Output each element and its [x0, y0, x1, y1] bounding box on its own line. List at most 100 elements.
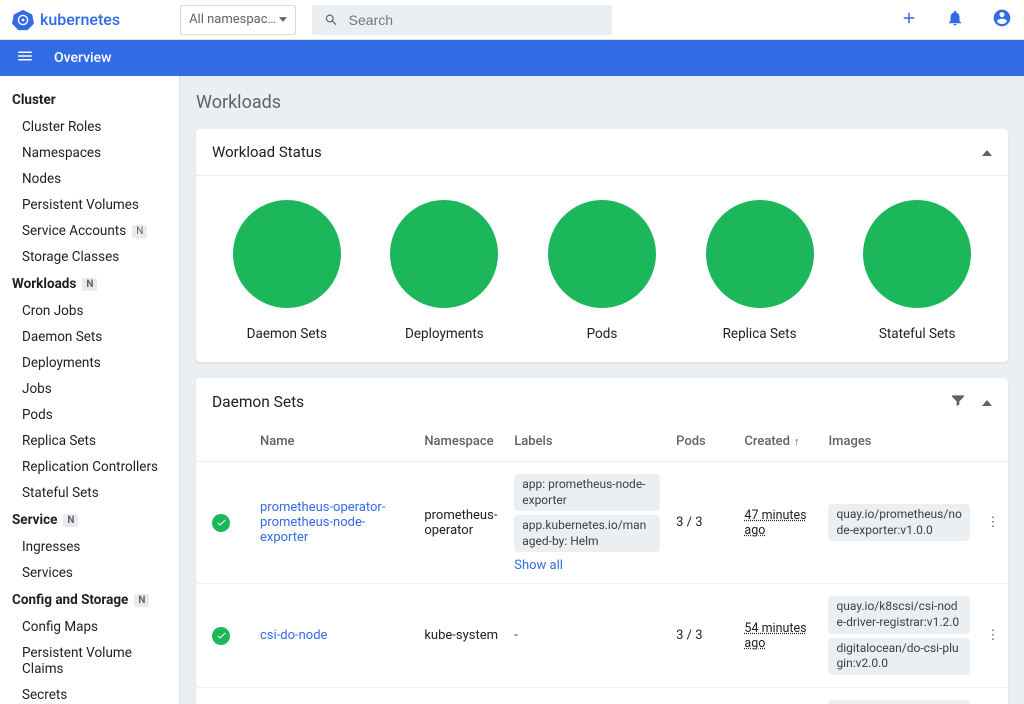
badge-n: N	[132, 225, 147, 238]
chart-label: Deployments	[405, 326, 484, 342]
sidebar-item-storage-classes[interactable]: Storage Classes	[0, 244, 179, 270]
row-menu-icon[interactable]: ⋮	[978, 584, 1008, 687]
namespace-selector-label: All namespac…	[189, 12, 276, 27]
sidebar-item-secrets[interactable]: Secrets	[0, 682, 179, 704]
label-chip: app.kubernetes.io/managed-by: Helm	[514, 515, 660, 552]
collapse-icon[interactable]	[982, 144, 992, 160]
status-ok-icon	[212, 627, 230, 645]
sidebar-item-persistent-volume-claims[interactable]: Persistent Volume Claims	[0, 640, 179, 682]
search-icon	[324, 12, 339, 28]
plus-icon[interactable]	[900, 9, 918, 31]
kubernetes-logo-icon	[12, 9, 34, 31]
col-namespace[interactable]: Namespace	[416, 426, 506, 462]
daemon-title: Daemon Sets	[212, 393, 304, 411]
sidebar-item-replication-controllers[interactable]: Replication Controllers	[0, 454, 179, 480]
resource-link[interactable]: prometheus-operator-prometheus-node-expo…	[260, 500, 408, 545]
daemon-header: Daemon Sets	[196, 378, 1008, 426]
caret-down-icon	[279, 17, 287, 22]
sidebar-group-workloads[interactable]: WorkloadsN	[0, 270, 179, 298]
image-chip: quay.io/prometheus/node-exporter:v1.0.0	[828, 504, 970, 541]
badge-n: N	[63, 514, 78, 527]
chart-pods[interactable]: Pods	[548, 200, 656, 342]
hamburger-icon[interactable]	[16, 47, 34, 69]
sidebar-item-stateful-sets[interactable]: Stateful Sets	[0, 480, 179, 506]
logo[interactable]: kubernetes	[12, 9, 120, 31]
sidebar-group-service[interactable]: ServiceN	[0, 506, 179, 534]
labels-empty: -	[514, 628, 518, 643]
status-charts: Daemon Sets Deployments Pods Replica Sets St…	[196, 176, 1008, 362]
sidebar-item-deployments[interactable]: Deployments	[0, 350, 179, 376]
account-icon[interactable]	[992, 8, 1012, 32]
chart-label: Daemon Sets	[247, 326, 327, 342]
created-cell: 47 minutes ago	[744, 508, 806, 538]
show-all-link[interactable]: Show all	[514, 558, 563, 573]
chart-stateful-sets[interactable]: Stateful Sets	[863, 200, 971, 342]
col-labels[interactable]: Labels	[506, 426, 668, 462]
image-chip: docker.io/digitalocean/do-agent:3	[828, 700, 970, 704]
sidebar-item-cron-jobs[interactable]: Cron Jobs	[0, 298, 179, 324]
chart-daemon-sets[interactable]: Daemon Sets	[233, 200, 341, 342]
collapse-icon[interactable]	[982, 394, 992, 410]
badge-n: N	[82, 278, 97, 291]
namespace-cell: prometheus-operator	[416, 462, 506, 584]
namespace-selector[interactable]: All namespac…	[180, 5, 296, 35]
sidebar-item-replica-sets[interactable]: Replica Sets	[0, 428, 179, 454]
chart-deployments[interactable]: Deployments	[390, 200, 498, 342]
sidebar-item-cluster-roles[interactable]: Cluster Roles	[0, 114, 179, 140]
col-pods[interactable]: Pods	[668, 426, 736, 462]
status-circle-icon	[390, 200, 498, 308]
status-ok-icon	[212, 514, 230, 532]
sidebar-group-config-and-storage[interactable]: Config and StorageN	[0, 586, 179, 614]
chart-label: Replica Sets	[723, 326, 797, 342]
page-title: Workloads	[196, 92, 1008, 113]
table-row: prometheus-operator-prometheus-node-expo…	[196, 462, 1008, 584]
sidebar-item-pods[interactable]: Pods	[0, 402, 179, 428]
pods-cell: 3 / 3	[668, 462, 736, 584]
sidebar-item-nodes[interactable]: Nodes	[0, 166, 179, 192]
top-actions	[900, 8, 1012, 32]
sidebar-item-ingresses[interactable]: Ingresses	[0, 534, 179, 560]
bell-icon[interactable]	[946, 9, 964, 31]
status-circle-icon	[863, 200, 971, 308]
status-circle-icon	[233, 200, 341, 308]
chart-replica-sets[interactable]: Replica Sets	[706, 200, 814, 342]
table-row: csi-do-nodekube-system-3 / 354 minutes a…	[196, 584, 1008, 687]
table-actions	[950, 392, 992, 412]
chart-label: Stateful Sets	[879, 326, 956, 342]
card-title: Workload Status	[212, 143, 322, 161]
col-images[interactable]: Images	[820, 426, 978, 462]
daemon-table: NameNamespaceLabelsPodsCreated↑Images pr…	[196, 426, 1008, 704]
sidebar: ClusterCluster RolesNamespacesNodesPersi…	[0, 76, 180, 704]
pods-cell: 3 / 3	[668, 584, 736, 687]
sidebar-item-namespaces[interactable]: Namespaces	[0, 140, 179, 166]
sidebar-item-persistent-volumes[interactable]: Persistent Volumes	[0, 192, 179, 218]
sidebar-item-services[interactable]: Services	[0, 560, 179, 586]
sidebar-item-jobs[interactable]: Jobs	[0, 376, 179, 402]
search-box[interactable]	[312, 5, 612, 35]
badge-n: N	[134, 594, 149, 607]
namespace-cell: kube-system	[416, 584, 506, 687]
label-chip: app: prometheus-node-exporter	[514, 474, 660, 511]
topbar: kubernetes All namespac…	[0, 0, 1024, 40]
brand-text: kubernetes	[40, 10, 120, 29]
card-header: Workload Status	[196, 129, 1008, 176]
sidebar-group-cluster[interactable]: Cluster	[0, 86, 179, 114]
sidebar-item-daemon-sets[interactable]: Daemon Sets	[0, 324, 179, 350]
bluebar: Overview	[0, 40, 1024, 76]
status-circle-icon	[548, 200, 656, 308]
resource-link[interactable]: csi-do-node	[260, 628, 408, 643]
sidebar-item-config-maps[interactable]: Config Maps	[0, 614, 179, 640]
namespace-cell: kube-system	[416, 687, 506, 704]
filter-icon[interactable]	[950, 392, 966, 412]
section-title: Overview	[54, 50, 111, 66]
sidebar-item-service-accounts[interactable]: Service AccountsN	[0, 218, 179, 244]
col-created[interactable]: Created↑	[736, 426, 820, 462]
sort-up-icon: ↑	[794, 435, 800, 448]
search-input[interactable]	[349, 12, 600, 28]
image-chip: quay.io/k8scsi/csi-node-driver-registrar…	[828, 596, 970, 633]
image-chip: digitalocean/do-csi-plugin:v2.0.0	[828, 638, 970, 675]
row-menu-icon[interactable]: ⋮	[978, 462, 1008, 584]
table-row: do-node-agentkube-systemapp: do-node-age…	[196, 687, 1008, 704]
row-menu-icon[interactable]: ⋮	[978, 687, 1008, 704]
col-name[interactable]: Name	[252, 426, 416, 462]
